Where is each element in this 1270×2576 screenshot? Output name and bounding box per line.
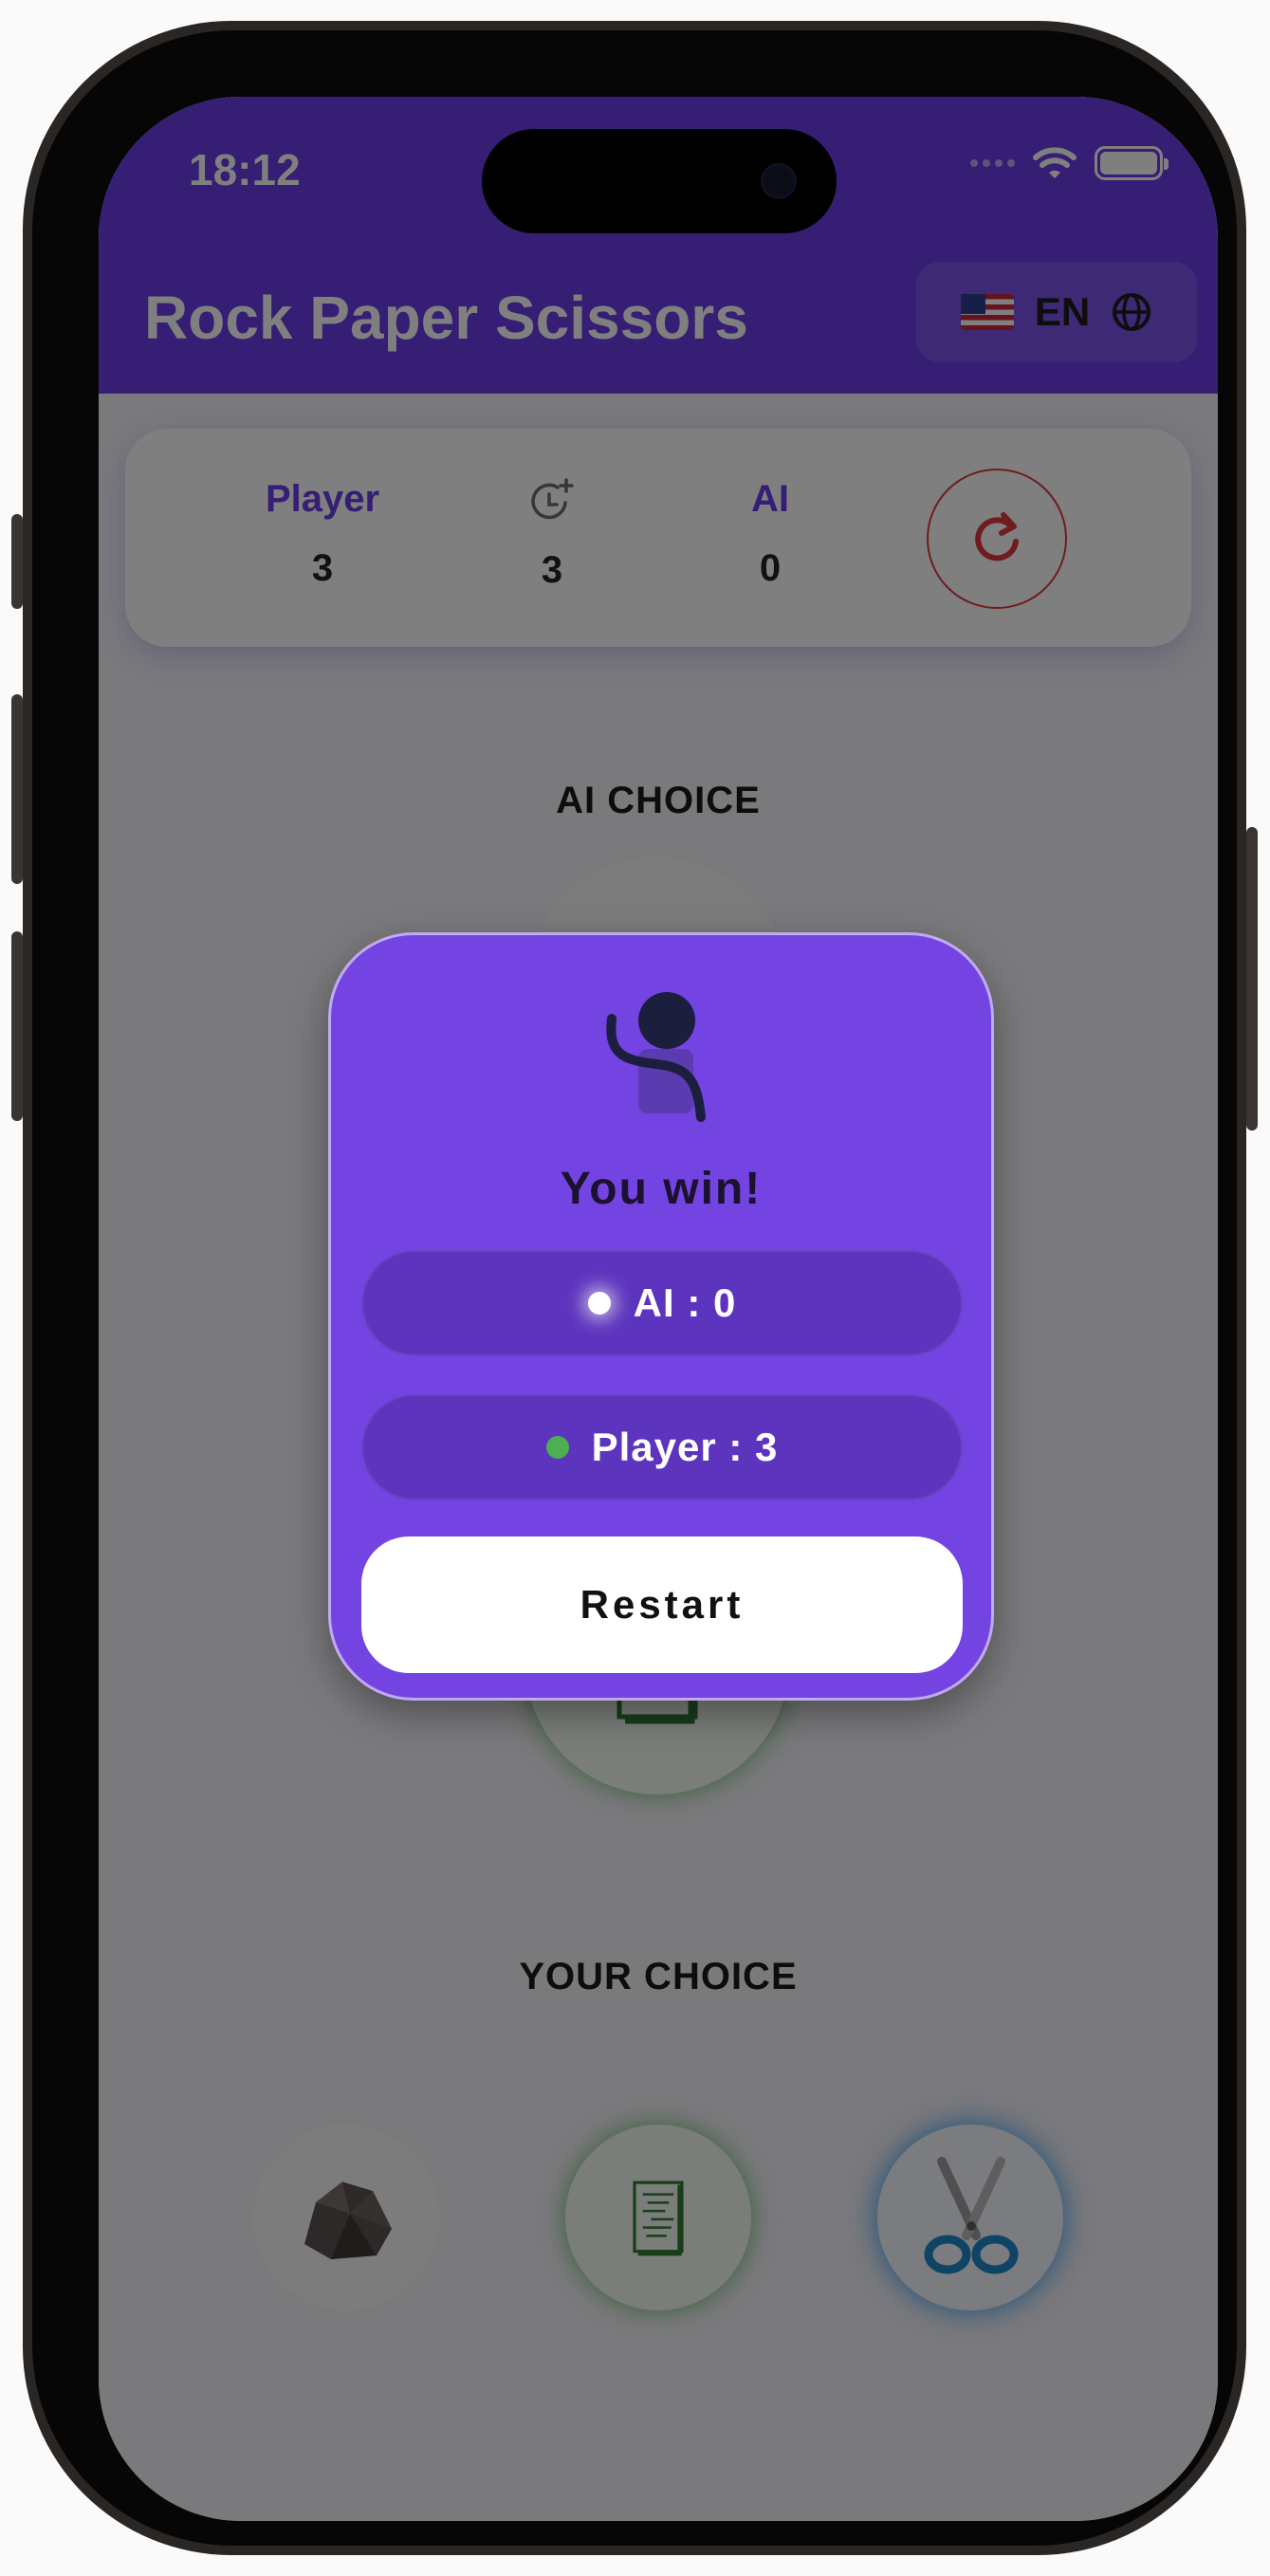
result-title: You win! [560,1164,763,1214]
player-result-pill: Player : 3 [361,1394,963,1500]
result-modal: You win! AI : 0 Player : 3 Restart [328,932,994,1701]
restart-button[interactable]: Restart [361,1536,963,1673]
volume-up-button [11,694,23,884]
winner-person-icon [606,992,706,1122]
player-result-text: Player : 3 [591,1425,779,1469]
app-screen: 18:12 Rock Paper Scissors EN [99,97,1218,2521]
power-button [1246,827,1258,1131]
action-button [11,514,23,609]
phone-frame: 18:12 Rock Paper Scissors EN [11,21,1258,2555]
volume-down-button [11,931,23,1121]
player-result-dot [545,1436,569,1459]
ai-result-dot [587,1292,611,1315]
ai-result-pill: AI : 0 [361,1250,963,1356]
ai-result-text: AI : 0 [633,1280,737,1325]
